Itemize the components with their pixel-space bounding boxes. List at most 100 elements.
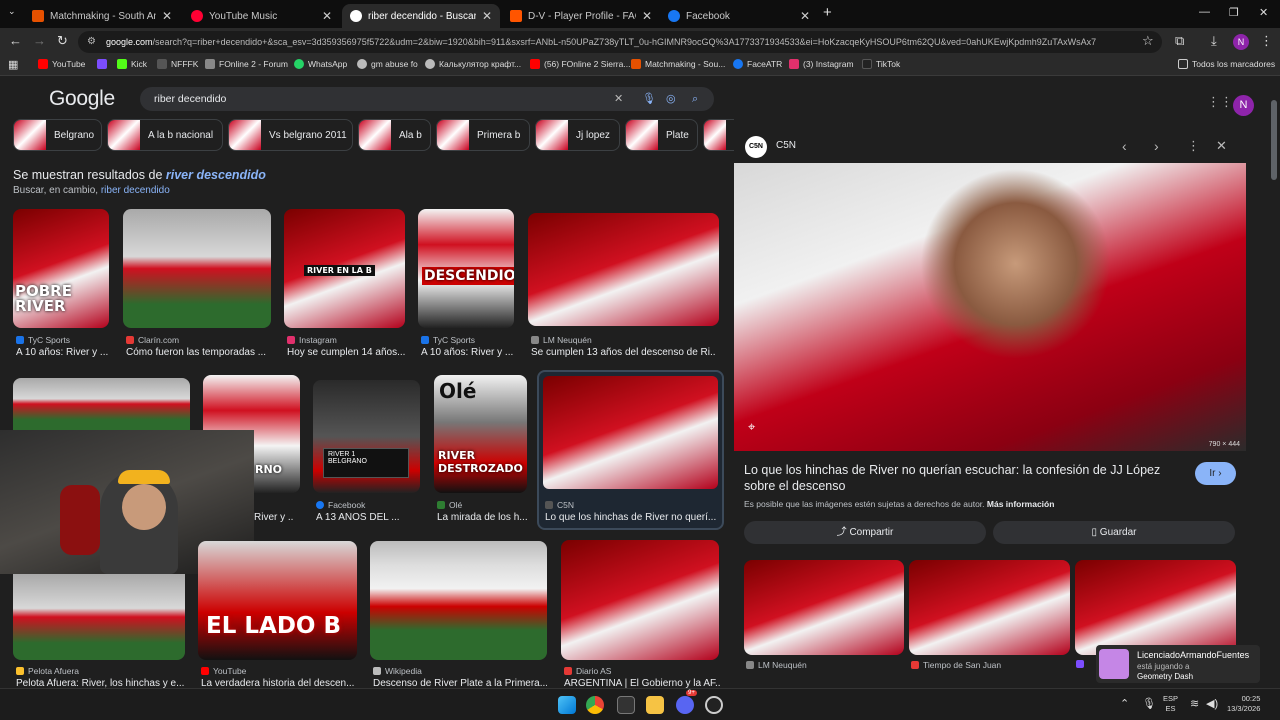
downloads-icon[interactable]: ⤓ bbox=[1211, 33, 1217, 49]
result-image[interactable] bbox=[561, 540, 719, 660]
language-indicator[interactable]: ESP ES bbox=[1163, 694, 1178, 714]
chip-plate[interactable]: Plate bbox=[625, 119, 698, 151]
result-caption[interactable]: A 13 AÑOS DEL ... bbox=[316, 512, 422, 523]
back-icon[interactable]: ← bbox=[9, 33, 22, 48]
account-avatar[interactable]: N bbox=[1233, 95, 1254, 116]
chip-jj-lopez[interactable]: Jj lopez bbox=[535, 119, 620, 151]
result-caption[interactable]: Cómo fueron las temporadas ... bbox=[126, 347, 271, 358]
corrected-query-link[interactable]: river descendido bbox=[166, 168, 266, 182]
result-image[interactable] bbox=[528, 213, 719, 326]
bookmark-fonline-sierra[interactable]: (56) FOnline 2 Sierra... bbox=[530, 59, 630, 69]
preview-image[interactable]: ⌖ 790 × 444 bbox=[734, 163, 1246, 451]
clock[interactable]: 00:25 13/3/2026 bbox=[1227, 694, 1260, 714]
bookmark-nfffk[interactable]: NFFFK bbox=[157, 59, 198, 69]
discord-icon[interactable]: 9+ bbox=[676, 690, 697, 714]
close-tab-icon[interactable]: ✕ bbox=[162, 9, 172, 23]
browser-menu-icon[interactable]: ⋮ bbox=[1260, 33, 1273, 49]
bookmark-instagram[interactable]: (3) Instagram bbox=[789, 59, 854, 69]
bookmark-calculator[interactable]: Калькулятор крафт... bbox=[425, 59, 521, 69]
tab-matchmaking[interactable]: Matchmaking - South America ✕ bbox=[24, 4, 180, 28]
minimize-icon[interactable]: — bbox=[1199, 6, 1210, 18]
search-input[interactable]: riber decendido ✕ 🎙 ◎ ⌕ bbox=[140, 87, 714, 111]
bookmark-youtube[interactable]: YouTube bbox=[38, 59, 85, 69]
tab-google-search[interactable]: riber decendido - Buscar con Go ✕ bbox=[342, 4, 500, 28]
previous-image-icon[interactable]: ‹ bbox=[1122, 138, 1127, 154]
address-bar[interactable]: ⚙ google.com/search?q=riber+decendido+&s… bbox=[78, 31, 1162, 53]
google-logo[interactable]: Google bbox=[49, 87, 115, 111]
result-caption[interactable]: River y ... bbox=[254, 512, 294, 523]
result-image[interactable]: Olé RIVER DESTROZADO bbox=[434, 375, 527, 493]
bookmark-fonline-forum[interactable]: FOnline 2 - Forum bbox=[205, 59, 288, 69]
site-info-icon[interactable]: ⚙ bbox=[87, 31, 96, 53]
result-caption[interactable]: A 10 años: River y ... bbox=[16, 347, 110, 358]
microphone-tray-icon[interactable]: 🎙 bbox=[1142, 697, 1156, 710]
windows-start-icon[interactable] bbox=[558, 696, 576, 714]
pen-app-icon[interactable] bbox=[617, 696, 635, 714]
chip-vs-belgrano-2011[interactable]: Vs belgrano 2011 bbox=[228, 119, 353, 151]
result-image[interactable] bbox=[123, 209, 271, 328]
related-image[interactable] bbox=[744, 560, 904, 655]
bookmark-matchmaking[interactable]: Matchmaking - Sou... bbox=[631, 59, 725, 69]
restore-icon[interactable]: ❐ bbox=[1229, 6, 1239, 19]
related-image[interactable] bbox=[1075, 560, 1236, 655]
bookmark-faceatr[interactable]: FaceATR bbox=[733, 59, 782, 69]
lens-search-icon[interactable]: ⌖ bbox=[748, 419, 755, 435]
new-tab-button[interactable]: + bbox=[823, 4, 832, 21]
close-panel-icon[interactable]: ✕ bbox=[1216, 138, 1227, 154]
result-image[interactable] bbox=[370, 541, 547, 660]
result-image[interactable]: RIVER 1 BELGRANO bbox=[313, 380, 420, 493]
result-caption[interactable]: La mirada de los h... bbox=[437, 512, 527, 523]
result-image[interactable]: EL LADO B bbox=[198, 541, 357, 660]
bookmark-whatsapp[interactable]: WhatsApp bbox=[294, 59, 347, 69]
result-image[interactable] bbox=[13, 378, 190, 430]
result-caption[interactable]: Se cumplen 13 años del descenso de Ri... bbox=[531, 347, 716, 358]
forward-icon[interactable]: → bbox=[33, 33, 46, 48]
bookmark-star-icon[interactable]: ☆ bbox=[1142, 33, 1154, 49]
tab-search-icon[interactable]: ⌄ bbox=[8, 6, 16, 17]
tab-youtube-music[interactable]: YouTube Music ✕ bbox=[183, 4, 340, 28]
result-caption[interactable]: Lo que los hinchas de River no querí... bbox=[545, 512, 717, 523]
chip-partial[interactable] bbox=[703, 119, 734, 151]
google-lens-icon[interactable]: ◎ bbox=[666, 87, 676, 111]
bookmark-tiktok[interactable]: TikTok bbox=[862, 59, 900, 69]
search-icon[interactable]: ⌕ bbox=[692, 87, 698, 111]
wifi-icon[interactable]: ≋ bbox=[1190, 697, 1199, 710]
close-window-icon[interactable]: ✕ bbox=[1259, 6, 1268, 19]
extensions-icon[interactable]: ⧉ bbox=[1175, 33, 1184, 49]
steam-icon[interactable] bbox=[705, 696, 723, 714]
microphone-icon[interactable]: 🎙 bbox=[642, 87, 656, 111]
chip-a-la-b-nacional[interactable]: A la b nacional bbox=[107, 119, 223, 151]
more-info-link[interactable]: Más información bbox=[987, 499, 1055, 509]
result-image[interactable]: POBRE RIVER bbox=[13, 209, 109, 328]
tray-overflow-icon[interactable]: ⌃ bbox=[1120, 697, 1129, 710]
chip-belgrano[interactable]: Belgrano bbox=[13, 119, 102, 151]
result-image[interactable]: DESCENDIO bbox=[418, 209, 514, 328]
file-explorer-icon[interactable] bbox=[646, 696, 664, 714]
chrome-icon[interactable] bbox=[586, 696, 604, 714]
chip-primera-b[interactable]: Primera b bbox=[436, 119, 530, 151]
clear-search-icon[interactable]: ✕ bbox=[614, 87, 623, 111]
reload-icon[interactable]: ↻ bbox=[57, 33, 68, 49]
page-scrollbar[interactable] bbox=[1271, 100, 1277, 180]
result-image[interactable] bbox=[13, 574, 185, 660]
result-caption[interactable]: Hoy se cumplen 14 años... bbox=[287, 347, 405, 358]
all-bookmarks-folder[interactable]: Todos los marcadores bbox=[1178, 59, 1275, 69]
apps-grid-icon[interactable]: ▦ bbox=[8, 58, 18, 71]
profile-avatar[interactable]: N bbox=[1233, 34, 1249, 50]
visit-button[interactable]: Ir › bbox=[1195, 462, 1236, 485]
tab-faceit-profile[interactable]: D-V - Player Profile - FACEIT.co ✕ bbox=[502, 4, 660, 28]
result-image[interactable]: RIVER EN LA B bbox=[284, 209, 405, 328]
close-tab-icon[interactable]: ✕ bbox=[482, 9, 492, 23]
original-query-link[interactable]: riber decendido bbox=[101, 185, 170, 196]
discord-activity-toast[interactable]: LicenciadoArmandoFuentes está jugando a … bbox=[1096, 645, 1260, 683]
bookmark-gm-abuse[interactable]: gm abuse fo bbox=[357, 59, 418, 69]
panel-source[interactable]: C5N bbox=[776, 140, 796, 151]
result-caption[interactable]: A 10 años: River y ... bbox=[421, 347, 518, 358]
tab-facebook[interactable]: Facebook ✕ bbox=[660, 4, 818, 28]
volume-icon[interactable]: ◀) bbox=[1206, 697, 1218, 710]
close-tab-icon[interactable]: ✕ bbox=[800, 9, 810, 23]
share-button[interactable]: ⤴ Compartir bbox=[744, 521, 986, 544]
close-tab-icon[interactable]: ✕ bbox=[642, 9, 652, 23]
more-options-icon[interactable]: ⋮ bbox=[1187, 138, 1200, 154]
save-button[interactable]: ▯ Guardar bbox=[993, 521, 1235, 544]
